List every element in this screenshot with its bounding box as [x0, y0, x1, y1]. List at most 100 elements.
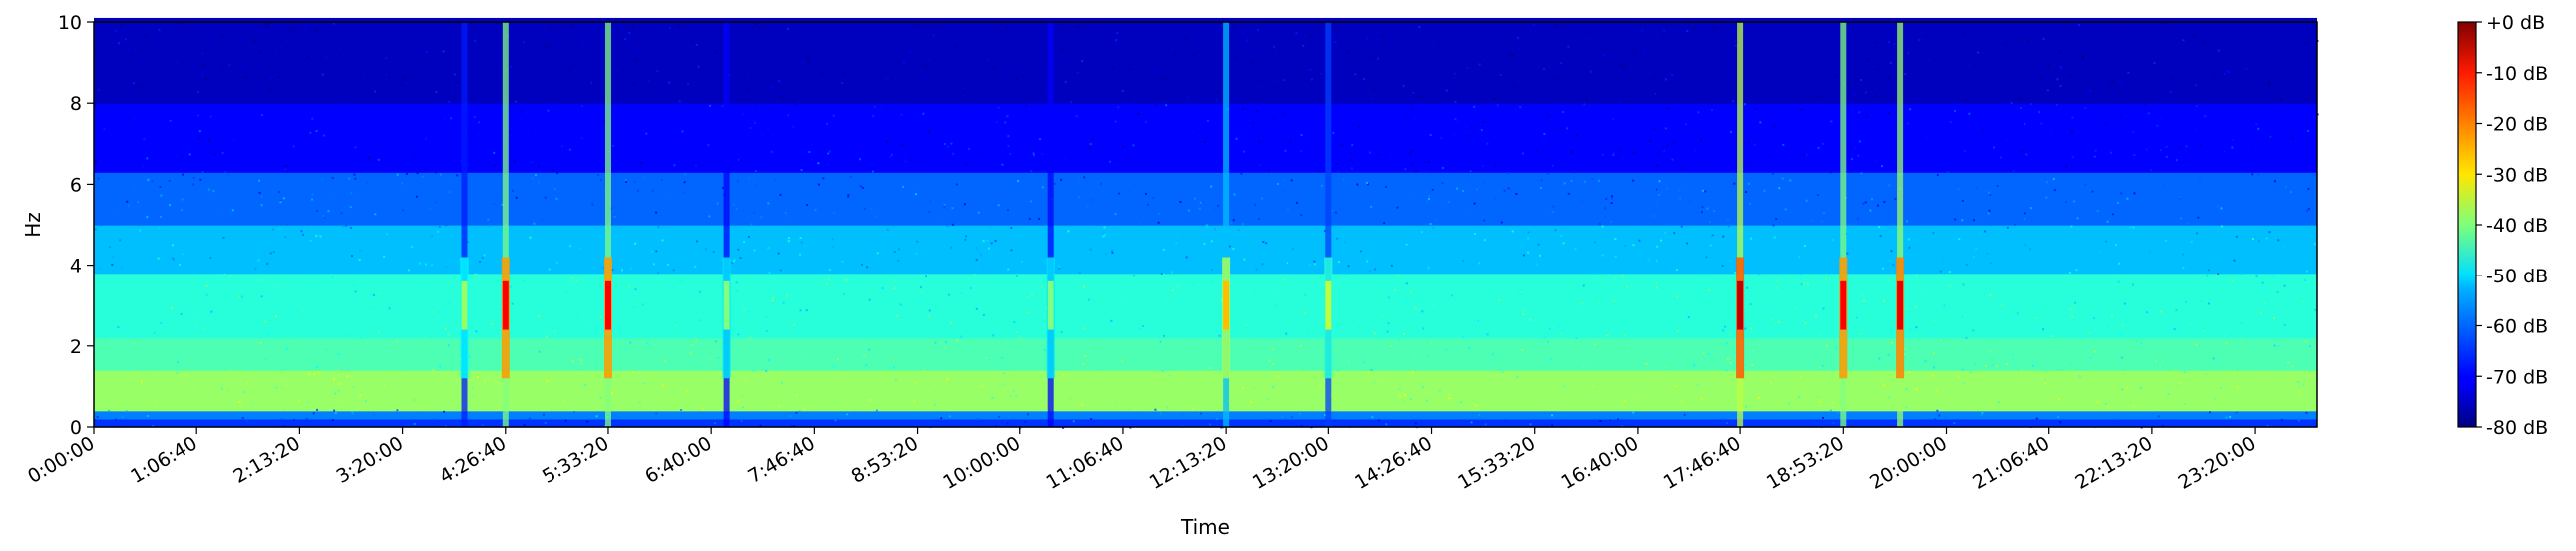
heatmap-speckle: [473, 116, 476, 119]
heatmap-speckle: [1267, 398, 1269, 401]
heatmap-speckle: [1161, 370, 1164, 373]
heatmap-speckle: [1448, 86, 1451, 89]
heatmap-band: [94, 253, 2317, 259]
heatmap-speckle: [2070, 225, 2073, 228]
heatmap-speckle: [2072, 305, 2075, 307]
heatmap-speckle: [478, 121, 480, 124]
heatmap-speckle: [1272, 117, 1275, 120]
heatmap-speckle: [1869, 209, 1872, 212]
heatmap-speckle: [885, 77, 888, 80]
heatmap-speckle: [2284, 186, 2287, 189]
heatmap-speckle: [814, 209, 817, 212]
event-peak: [605, 280, 611, 330]
heatmap-speckle: [2287, 336, 2290, 339]
heatmap-speckle: [513, 160, 516, 163]
heatmap-speckle: [1146, 214, 1149, 217]
heatmap-speckle: [564, 419, 567, 422]
heatmap-speckle: [201, 171, 204, 174]
heatmap-speckle: [2116, 275, 2119, 277]
heatmap-band: [94, 26, 2317, 31]
heatmap-speckle: [2085, 92, 2088, 95]
heatmap-speckle: [402, 299, 405, 302]
heatmap-speckle: [896, 314, 899, 317]
heatmap-speckle: [311, 198, 314, 201]
heatmap-speckle: [307, 284, 309, 287]
heatmap-speckle: [172, 244, 174, 247]
heatmap-speckle: [662, 51, 665, 54]
heatmap-speckle: [314, 30, 317, 33]
heatmap-speckle: [1088, 146, 1091, 149]
heatmap-band: [94, 225, 2317, 230]
heatmap-speckle: [1025, 105, 1028, 108]
heatmap-speckle: [1141, 90, 1144, 92]
heatmap-speckle: [2010, 102, 2013, 104]
heatmap-speckle: [530, 130, 533, 133]
heatmap-speckle: [1014, 90, 1017, 93]
heatmap-speckle: [415, 59, 418, 62]
heatmap-speckle: [201, 75, 204, 78]
heatmap-speckle: [859, 88, 862, 91]
heatmap-speckle: [1348, 360, 1351, 363]
heatmap-speckle: [696, 52, 699, 55]
heatmap-speckle: [580, 362, 583, 365]
heatmap-speckle: [1934, 418, 1937, 421]
heatmap-speckle: [1134, 183, 1137, 186]
heatmap-speckle: [1507, 44, 1510, 47]
heatmap-speckle: [736, 180, 739, 183]
heatmap-speckle: [687, 82, 690, 85]
heatmap-speckle: [1853, 305, 1856, 308]
heatmap-speckle: [188, 153, 191, 156]
heatmap-speckle: [1431, 93, 1434, 95]
heatmap-speckle: [2194, 128, 2197, 131]
heatmap-band: [94, 58, 2317, 64]
heatmap-speckle: [223, 316, 226, 318]
heatmap-speckle: [781, 381, 783, 384]
heatmap-speckle: [121, 416, 124, 418]
heatmap-speckle: [2094, 350, 2097, 353]
heatmap-speckle: [1412, 196, 1415, 199]
heatmap-speckle: [1358, 126, 1361, 129]
heatmap-speckle: [964, 238, 967, 241]
heatmap-speckle: [1462, 260, 1465, 262]
heatmap-speckle: [2254, 345, 2257, 348]
heatmap-speckle: [1203, 243, 1206, 245]
heatmap-speckle: [748, 310, 750, 313]
heatmap-speckle: [622, 307, 625, 309]
heatmap-speckle: [1127, 234, 1130, 237]
heatmap-speckle: [842, 72, 845, 75]
heatmap-speckle: [770, 86, 773, 89]
heatmap-speckle: [1192, 407, 1195, 410]
heatmap-speckle: [243, 390, 246, 393]
heatmap-speckle: [537, 166, 540, 168]
heatmap-speckle: [1958, 238, 1961, 241]
heatmap-speckle: [2170, 90, 2172, 93]
heatmap-speckle: [754, 121, 756, 124]
heatmap-speckle: [1974, 221, 1977, 224]
heatmap-speckle: [859, 185, 862, 188]
heatmap-band: [94, 390, 2317, 396]
heatmap-speckle: [2157, 415, 2160, 418]
heatmap-speckle: [282, 373, 285, 376]
heatmap-speckle: [1784, 138, 1787, 141]
heatmap-speckle: [2078, 155, 2080, 158]
heatmap-speckle: [863, 355, 866, 358]
heatmap-speckle: [545, 335, 548, 338]
heatmap-speckle: [1704, 190, 1707, 193]
heatmap-speckle: [180, 28, 183, 31]
heatmap-speckle: [1060, 331, 1063, 334]
heatmap-speckle: [1627, 347, 1630, 350]
heatmap-speckle: [2016, 312, 2019, 315]
heatmap-speckle: [2072, 368, 2075, 371]
heatmap-speckle: [2000, 139, 2003, 142]
heatmap-speckle: [997, 106, 1000, 109]
heatmap-speckle: [1748, 160, 1751, 162]
heatmap-speckle: [1006, 115, 1009, 118]
heatmap-speckle: [1982, 129, 1985, 132]
heatmap-speckle: [2070, 131, 2073, 134]
heatmap-speckle: [563, 399, 566, 402]
event-peak: [502, 280, 509, 330]
heatmap-speckle: [1972, 329, 1975, 332]
heatmap-speckle: [1512, 54, 1514, 57]
heatmap-speckle: [1481, 215, 1484, 218]
heatmap-speckle: [1866, 58, 1869, 61]
